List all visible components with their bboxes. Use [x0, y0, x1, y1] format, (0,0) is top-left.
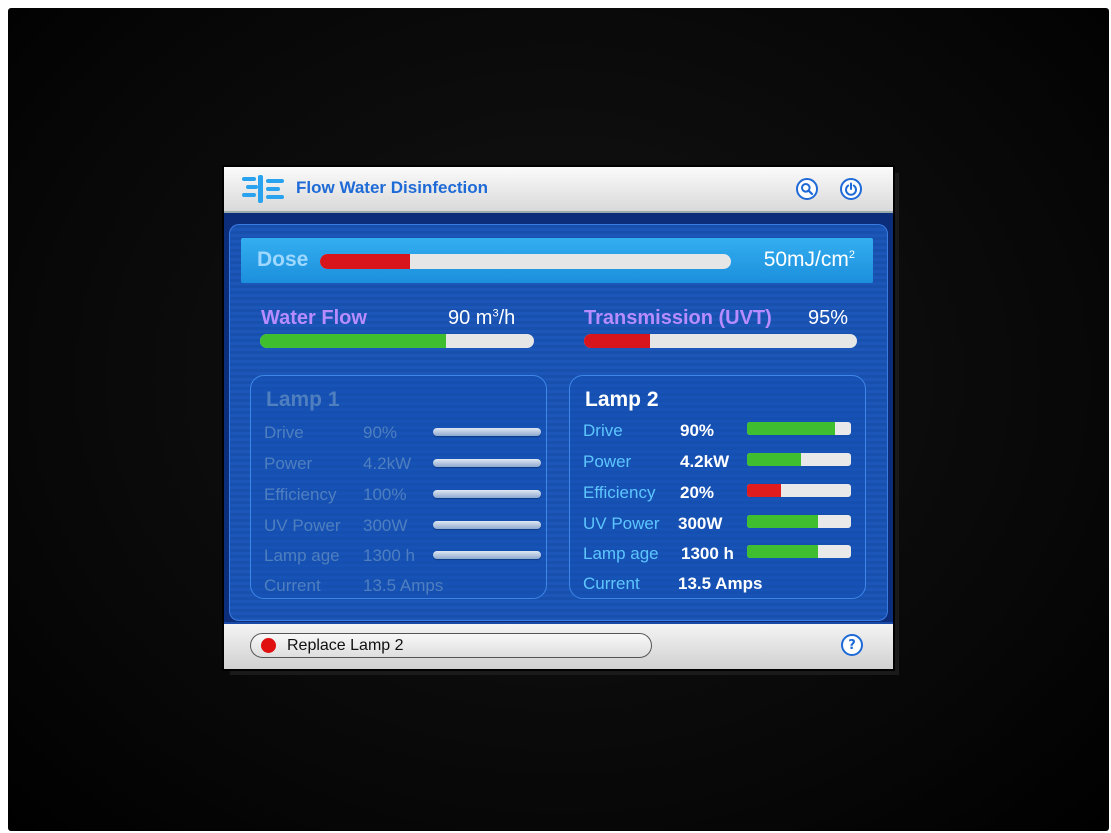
- lamp-2-lamp-age-gauge-fill: [747, 545, 818, 558]
- lamp-2-power-gauge: [747, 453, 851, 466]
- lamp-1-drive-label: Drive: [264, 423, 304, 442]
- lamp-2-current-label: Current: [583, 574, 640, 593]
- alarm-indicator-icon: [261, 638, 276, 653]
- alarm-message[interactable]: Replace Lamp 2: [250, 633, 652, 658]
- help-button[interactable]: ?: [841, 634, 863, 656]
- dose-value: 50mJ/cm2: [763, 248, 855, 271]
- lamp-2-title: Lamp 2: [585, 388, 659, 411]
- search-icon: [801, 183, 814, 196]
- status-bar: Replace Lamp 2 ?: [224, 622, 893, 669]
- lamp-1-panel[interactable]: Lamp 1 Drive 90% Power 4.2kW Efficiency …: [250, 375, 547, 599]
- search-button[interactable]: [796, 178, 818, 200]
- lamp-2-efficiency-label: Efficiency: [583, 483, 656, 502]
- alarm-text: Replace Lamp 2: [287, 637, 404, 654]
- dose-gauge-fill: [320, 254, 411, 269]
- lamp-1-power-gauge: [433, 459, 541, 467]
- lamp-2-efficiency-value: 20%: [680, 483, 715, 502]
- lamp-1-lamp-age-label: Lamp age: [264, 546, 340, 565]
- lamp-2-lamp-age-label: Lamp age: [583, 544, 659, 563]
- app-title: Flow Water Disinfection: [296, 178, 489, 197]
- lamp-1-uv-power-gauge: [433, 521, 541, 529]
- lamp-2-uv-power-value: 300W: [678, 514, 723, 533]
- transmission-gauge: [584, 334, 857, 348]
- lamp-1-current-label: Current: [264, 576, 321, 595]
- lamp-1-current-value: 13.5 Amps: [363, 576, 444, 595]
- transmission-gauge-fill: [584, 334, 650, 348]
- lamp-1-efficiency-label: Efficiency: [264, 485, 337, 504]
- lamp-1-efficiency-value: 100%: [363, 485, 407, 504]
- lamp-1-title: Lamp 1: [266, 388, 340, 411]
- hmi-screen: Flow Water Disinfection Dose 50mJ/cm2 Wa…: [224, 167, 893, 669]
- lamp-2-efficiency-gauge: [747, 484, 851, 497]
- lamp-2-power-label: Power: [583, 452, 632, 471]
- lamp-1-uv-power-label: UV Power: [264, 516, 341, 535]
- transmission-label: Transmission (UVT): [584, 307, 772, 329]
- water-flow-gauge-fill: [260, 334, 447, 348]
- lamp-2-power-gauge-fill: [747, 453, 802, 466]
- lamp-2-uv-power-gauge: [747, 515, 851, 528]
- lamp-2-current-value: 13.5 Amps: [678, 574, 763, 593]
- lamp-2-drive-value: 90%: [680, 421, 715, 440]
- water-flow-value: 90 m3/h: [448, 307, 516, 329]
- water-flow-label: Water Flow: [261, 307, 367, 329]
- lamp-1-lamp-age-gauge: [433, 551, 541, 559]
- lamp-2-drive-gauge: [747, 422, 851, 435]
- uv-lamp-logo-icon: [242, 175, 284, 203]
- lamp-1-drive-gauge: [433, 428, 541, 436]
- lamp-2-lamp-age-value: 1300 h: [681, 544, 734, 563]
- dose-panel: Dose 50mJ/cm2: [241, 238, 873, 283]
- lamp-2-panel[interactable]: Lamp 2 Drive 90% Power 4.2kW Efficiency …: [569, 375, 866, 599]
- power-button[interactable]: [840, 178, 862, 200]
- lamp-2-drive-label: Drive: [583, 421, 623, 440]
- transmission-value: 95%: [808, 307, 849, 329]
- dose-label: Dose: [257, 248, 309, 271]
- lamp-2-power-value: 4.2kW: [680, 452, 730, 471]
- lamp-1-efficiency-gauge: [433, 490, 541, 498]
- lamp-1-drive-value: 90%: [363, 423, 398, 442]
- lamp-2-drive-gauge-fill: [747, 422, 836, 435]
- dose-gauge: [320, 254, 731, 269]
- lamp-2-uv-power-gauge-fill: [747, 515, 818, 528]
- lamp-1-lamp-age-value: 1300 h: [363, 546, 415, 565]
- lamp-1-power-value: 4.2kW: [363, 454, 412, 473]
- lamp-1-uv-power-value: 300W: [363, 516, 408, 535]
- lamp-2-lamp-age-gauge: [747, 545, 851, 558]
- power-icon: [845, 182, 857, 196]
- lamp-2-uv-power-label: UV Power: [583, 514, 660, 533]
- help-icon: ?: [848, 637, 856, 653]
- title-bar: Flow Water Disinfection: [224, 167, 893, 213]
- lamp-1-power-label: Power: [264, 454, 313, 473]
- water-flow-gauge: [260, 334, 534, 348]
- lamp-2-efficiency-gauge-fill: [747, 484, 782, 497]
